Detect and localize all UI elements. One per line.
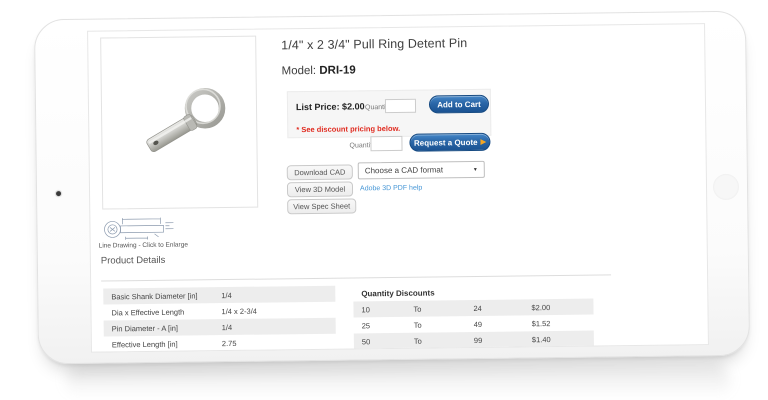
model-label: Model: [281,64,317,78]
discount-min: 10 [361,304,370,314]
spec-label: Effective Length [in] [111,339,178,349]
front-camera-icon [56,191,62,197]
spec-value: 1/4 x 2-3/4 [221,306,258,316]
spec-value: 1/4 [221,322,233,332]
divider [101,274,612,282]
tablet-device: 1/4" x 2 3/4" Pull Ring Detent Pin Model… [33,10,751,365]
discount-min: 25 [361,320,371,330]
view-spec-sheet-button[interactable]: View Spec Sheet [287,198,357,215]
spec-table: Basic Shank Diameter [in] 1/4 Dia x Effe… [103,285,336,353]
pull-ring-pin-photo [146,88,226,153]
discount-price: $1.40 [531,334,551,344]
tablet-reflection [66,364,730,398]
view-3d-model-button[interactable]: View 3D Model [286,181,354,198]
discount-min: 50 [361,336,371,346]
table-row: Effective Length [in] 2.75 [104,334,336,353]
add-to-cart-button[interactable]: Add to Cart [428,94,490,114]
buy-box: List Price: $2.00 Quantity Add to Cart *… [286,88,492,139]
line-drawing-caption: Line Drawing - Click to Enlarge [98,241,188,250]
spec-value: 2.75 [221,338,237,348]
discount-pricing-note: * See discount pricing below. [296,123,401,135]
cad-format-select[interactable]: Choose a CAD format ▼ [357,160,485,180]
request-quote-label: Request a Quote [413,137,478,148]
model-number: DRI-19 [319,64,356,77]
discount-price: $1.52 [531,318,551,328]
quantity-discounts-table: Quantity Discounts 10 To 24 $2.00 25 To … [353,283,594,350]
line-drawing-thumbnail[interactable] [99,215,177,244]
spec-value: 1/4 [221,290,232,300]
discount-max: 24 [473,303,482,313]
discount-connector: To [413,336,422,346]
product-title: 1/4" x 2 3/4" Pull Ring Detent Pin [281,36,468,53]
download-cad-button[interactable]: Download CAD [286,164,353,181]
discount-max: 49 [473,319,483,329]
table-row: 50 To 99 $1.40 [353,330,594,350]
cart-quantity-input[interactable] [384,98,417,114]
product-page: 1/4" x 2 3/4" Pull Ring Detent Pin Model… [88,24,708,352]
chevron-down-icon: ▼ [472,166,478,173]
tablet-screen: 1/4" x 2 3/4" Pull Ring Detent Pin Model… [87,23,709,353]
model-line: Model: DRI-19 [281,64,355,77]
adobe-3d-pdf-help-link[interactable]: Adobe 3D PDF help [360,185,422,193]
spec-label: Basic Shank Diameter [in] [111,290,198,301]
discount-connector: To [413,320,422,330]
home-button[interactable] [713,174,739,200]
spec-label: Pin Diameter - A [in] [111,323,179,333]
product-image [100,35,259,210]
discount-connector: To [413,304,422,314]
screenshot-stage: 1/4" x 2 3/4" Pull Ring Detent Pin Model… [0,0,768,400]
cad-format-selected-value: Choose a CAD format [364,165,444,176]
discount-price: $2.00 [531,302,551,312]
request-quote-button[interactable]: Request a Quote ▶ [409,132,491,152]
quote-quantity-input[interactable] [370,135,403,152]
discount-max: 99 [473,335,483,345]
arrow-right-icon: ▶ [480,138,486,146]
product-details-heading: Product Details [100,254,166,267]
line-drawing-icon [104,217,174,240]
list-price: List Price: $2.00 [295,101,365,113]
spec-label: Dia x Effective Length [111,307,185,317]
